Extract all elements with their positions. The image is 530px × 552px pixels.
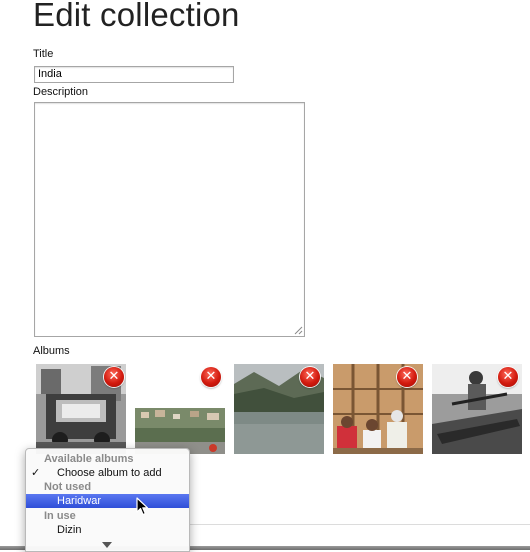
album-thumbnail-5[interactable]: ✕	[432, 364, 522, 454]
remove-album-5-button[interactable]: ✕	[498, 367, 518, 387]
remove-album-1-button[interactable]: ✕	[104, 367, 124, 387]
option-dizin-label: Dizin	[57, 524, 82, 536]
checkmark-icon: ✓	[31, 467, 41, 479]
resize-grip-icon[interactable]	[294, 326, 303, 335]
section-divider	[190, 524, 530, 525]
group-not-used: Not used	[44, 481, 92, 493]
option-dizin[interactable]: Dizin	[26, 523, 189, 537]
option-choose-album[interactable]: ✓ Choose album to add	[26, 466, 189, 480]
album-thumbnail-1[interactable]: ✕	[36, 364, 126, 454]
remove-album-4-button[interactable]: ✕	[397, 367, 417, 387]
album-thumbnail-4[interactable]: ✕	[333, 364, 423, 454]
albums-label: Albums	[33, 345, 70, 357]
scroll-down-arrow-icon[interactable]	[102, 542, 112, 548]
remove-album-2-button[interactable]: ✕	[201, 367, 221, 387]
description-textarea[interactable]	[34, 102, 305, 337]
album-select-dropdown[interactable]: Available albums ✓ Choose album to add N…	[25, 448, 190, 552]
title-input[interactable]: India	[34, 66, 234, 83]
album-thumbnail-3[interactable]: ✕	[234, 364, 324, 454]
group-available-albums: Available albums	[44, 453, 134, 465]
mouse-pointer-icon	[136, 497, 149, 516]
remove-album-3-button[interactable]: ✕	[300, 367, 320, 387]
album-thumbnail-2[interactable]: ✕	[135, 364, 225, 454]
option-haridwar[interactable]: Haridwar	[26, 494, 189, 508]
page-title: Edit collection	[33, 0, 240, 33]
option-choose-album-label: Choose album to add	[57, 467, 162, 479]
description-label: Description	[33, 86, 89, 98]
option-haridwar-label: Haridwar	[57, 495, 102, 507]
group-in-use: In use	[44, 510, 76, 522]
title-label: Title	[33, 48, 54, 60]
